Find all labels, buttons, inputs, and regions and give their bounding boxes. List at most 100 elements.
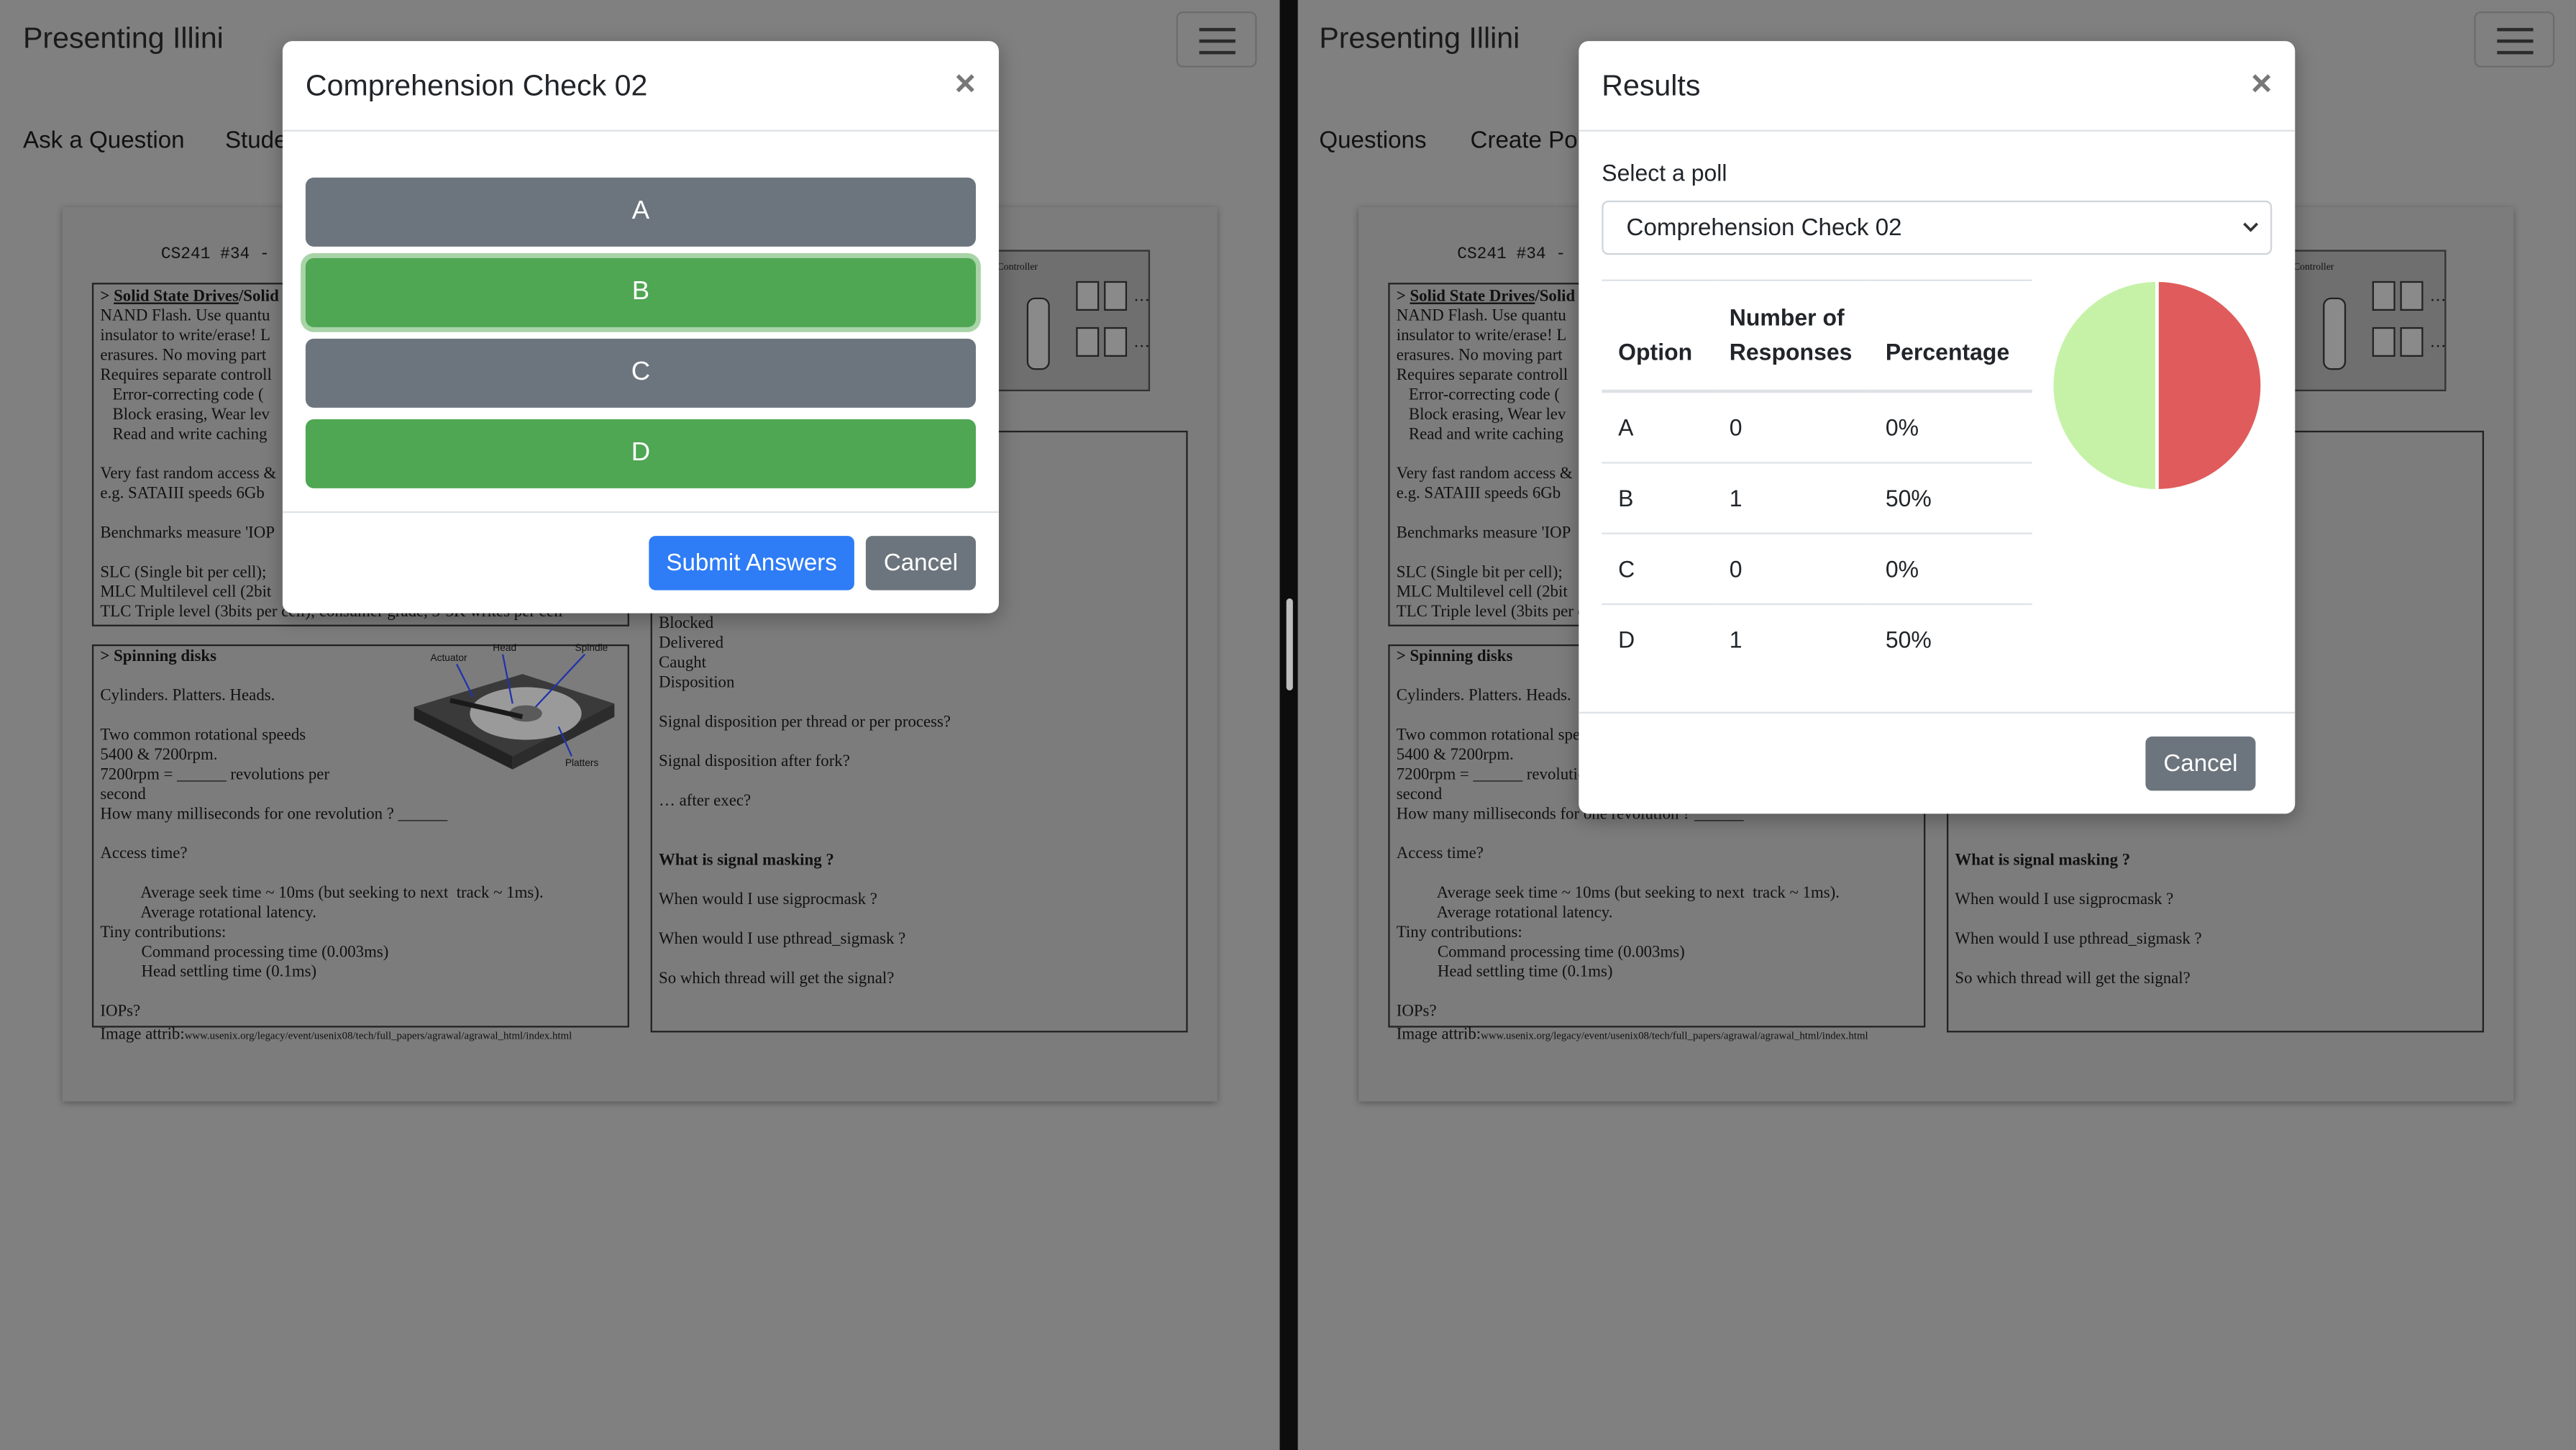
ssd-line: erasures. No moving part bbox=[100, 347, 267, 365]
cell-percent: 0% bbox=[1868, 532, 2032, 604]
signal-line: So which thread will get the signal? bbox=[659, 970, 895, 988]
ssd-line: erasures. No moving part bbox=[1396, 347, 1563, 365]
ssd-line: NAND Flash. Use quantu bbox=[100, 307, 270, 326]
brand-title[interactable]: Presenting Illini bbox=[1319, 22, 1520, 56]
ssd-title: > Solid State Drives/Solid bbox=[1396, 287, 1576, 306]
cell-percent: 50% bbox=[1885, 626, 1932, 652]
signal-line: When would I use sigprocmask ? bbox=[659, 890, 877, 909]
hard-drive-image: Actuator Head Spindle Platters bbox=[414, 642, 615, 770]
spin-line: Tiny contributions: bbox=[1396, 924, 1522, 942]
spin-line: second bbox=[100, 785, 146, 804]
diagram-ellipsis: … bbox=[1133, 287, 1151, 306]
poll-select-value: Comprehension Check 02 bbox=[1626, 215, 1902, 242]
cancel-button[interactable]: Cancel bbox=[865, 536, 976, 591]
cell-count: 1 bbox=[1729, 626, 1743, 652]
flash-pkg bbox=[2400, 281, 2424, 311]
signal-line: Signal disposition per thread or per pro… bbox=[659, 713, 951, 732]
menu-toggle-button[interactable] bbox=[2474, 11, 2555, 68]
pie-slice-d bbox=[2050, 278, 2159, 493]
ssd-line: NAND Flash. Use quantu bbox=[1396, 307, 1566, 326]
option-c-button[interactable]: C bbox=[305, 338, 976, 408]
results-modal: Results × Select a poll Comprehension Ch… bbox=[1579, 41, 2296, 814]
ssd-line: Very fast random access & bbox=[1396, 465, 1573, 483]
slide-header: CS241 #34 - bbox=[160, 246, 270, 265]
signal-line: What is signal masking ? bbox=[1955, 851, 2131, 870]
cancel-button[interactable]: Cancel bbox=[2145, 736, 2256, 791]
ssd-line: Read and write caching bbox=[1396, 425, 1563, 444]
ssd-line: Read and write caching bbox=[100, 425, 268, 444]
close-icon[interactable]: × bbox=[2251, 63, 2272, 104]
spin-line: Average rotational latency. bbox=[100, 904, 317, 923]
cell-count: 0 bbox=[1712, 532, 1869, 604]
ssd-line: Requires separate controll bbox=[1396, 366, 1568, 385]
spin-line: Average seek time ~ 10ms (but seeking to… bbox=[1396, 884, 1840, 903]
cell-percent: 50% bbox=[1868, 462, 2032, 534]
nav-questions[interactable]: Questions bbox=[1319, 128, 1426, 155]
select-poll-label: Select a poll bbox=[1602, 159, 1727, 186]
signal-line: Disposition bbox=[659, 674, 735, 693]
flash-pkg bbox=[2372, 281, 2395, 311]
ssd-line: Error-correcting code ( bbox=[1396, 386, 1560, 405]
hamburger-icon-bar bbox=[2497, 39, 2534, 43]
cell-count: 1 bbox=[1712, 462, 1869, 534]
ssd-line: SLC (Single bit per cell); bbox=[1396, 563, 1563, 583]
menu-toggle-button[interactable] bbox=[1176, 11, 1257, 68]
table-row: A 0 0% bbox=[1602, 391, 2032, 463]
split-divider[interactable] bbox=[1279, 0, 1298, 1450]
cell-count: 0 bbox=[1712, 391, 1869, 463]
col-option: Option bbox=[1602, 280, 1713, 393]
spin-line: Cylinders. Platters. Heads. bbox=[1396, 687, 1571, 706]
signal-line: So which thread will get the signal? bbox=[1955, 970, 2191, 988]
spin-title: > Spinning disks bbox=[100, 647, 216, 666]
divider-grip[interactable] bbox=[1285, 598, 1292, 690]
submit-answers-button[interactable]: Submit Answers bbox=[649, 536, 854, 591]
poll-select[interactable]: Comprehension Check 02 bbox=[1602, 200, 2273, 255]
nav-ask-question[interactable]: Ask a Question bbox=[23, 128, 185, 155]
flash-pkg bbox=[1076, 327, 1100, 357]
ssd-title: > Solid State Drives/Solid bbox=[100, 287, 279, 306]
nav-create-poll[interactable]: Create Pol bbox=[1471, 128, 1584, 155]
signal-line: Delivered bbox=[659, 634, 724, 653]
option-a-button[interactable]: A bbox=[305, 177, 976, 247]
ssd-line: Benchmarks measure 'IOP bbox=[1396, 524, 1571, 543]
spin-line: Two common rotational speeds bbox=[100, 726, 306, 745]
spin-line: Head settling time (0.1ms) bbox=[100, 963, 317, 982]
modal-header: Comprehension Check 02 × bbox=[282, 41, 999, 132]
option-d-button[interactable]: D bbox=[305, 419, 976, 488]
option-b-button[interactable]: B bbox=[305, 257, 976, 327]
flash-pkg bbox=[2372, 327, 2395, 357]
brand-title[interactable]: Presenting Illini bbox=[23, 22, 224, 56]
hdd-label-actuator: Actuator bbox=[431, 652, 467, 663]
hamburger-icon-bar bbox=[1199, 50, 1236, 55]
hdd-label-head: Head bbox=[493, 642, 516, 653]
ssd-line: Requires separate controll bbox=[100, 366, 272, 385]
flash-pkg bbox=[2400, 327, 2424, 357]
flash-demux bbox=[2323, 297, 2347, 370]
pie-slice-b bbox=[2155, 278, 2264, 493]
modal-title: Results bbox=[1602, 68, 1701, 102]
hamburger-icon bbox=[1199, 27, 1236, 32]
flash-pkg bbox=[1104, 327, 1128, 357]
hamburger-icon-bar bbox=[2497, 50, 2534, 55]
hdd-label-spindle: Spindle bbox=[575, 642, 608, 653]
ssd-line: SLC (Single bit per cell); bbox=[100, 563, 267, 583]
comprehension-check-modal: Comprehension Check 02 × A B C D Submit … bbox=[282, 41, 999, 614]
flash-pkg bbox=[1104, 281, 1128, 311]
ssd-line: e.g. SATAIII speeds 6Gb bbox=[100, 485, 265, 503]
ssd-line: Block erasing, Wear lev bbox=[1396, 406, 1566, 424]
image-attrib: Image attrib:www.usenix.org/legacy/event… bbox=[1396, 1026, 1868, 1044]
nav-students[interactable]: Stude bbox=[225, 128, 288, 155]
cell-option: B bbox=[1602, 462, 1713, 534]
right-pane: Presenting Illini Questions Create Pol C… bbox=[1297, 0, 2576, 1450]
ssd-line: Benchmarks measure 'IOP bbox=[100, 524, 275, 543]
spin-title: > Spinning disks bbox=[1396, 647, 1513, 666]
spin-line: Cylinders. Platters. Heads. bbox=[100, 687, 275, 706]
close-icon[interactable]: × bbox=[955, 63, 976, 104]
slide-header: CS241 #34 - bbox=[1457, 246, 1566, 265]
hamburger-icon-bar bbox=[1199, 39, 1236, 43]
ssd-diagram: Controller … … bbox=[985, 250, 1151, 391]
table-header-row: Option Number of Responses Percentage bbox=[1602, 280, 2032, 393]
modal-title: Comprehension Check 02 bbox=[305, 68, 648, 102]
modal-header: Results × bbox=[1579, 41, 2296, 132]
signal-line: When would I use sigprocmask ? bbox=[1955, 890, 2174, 909]
